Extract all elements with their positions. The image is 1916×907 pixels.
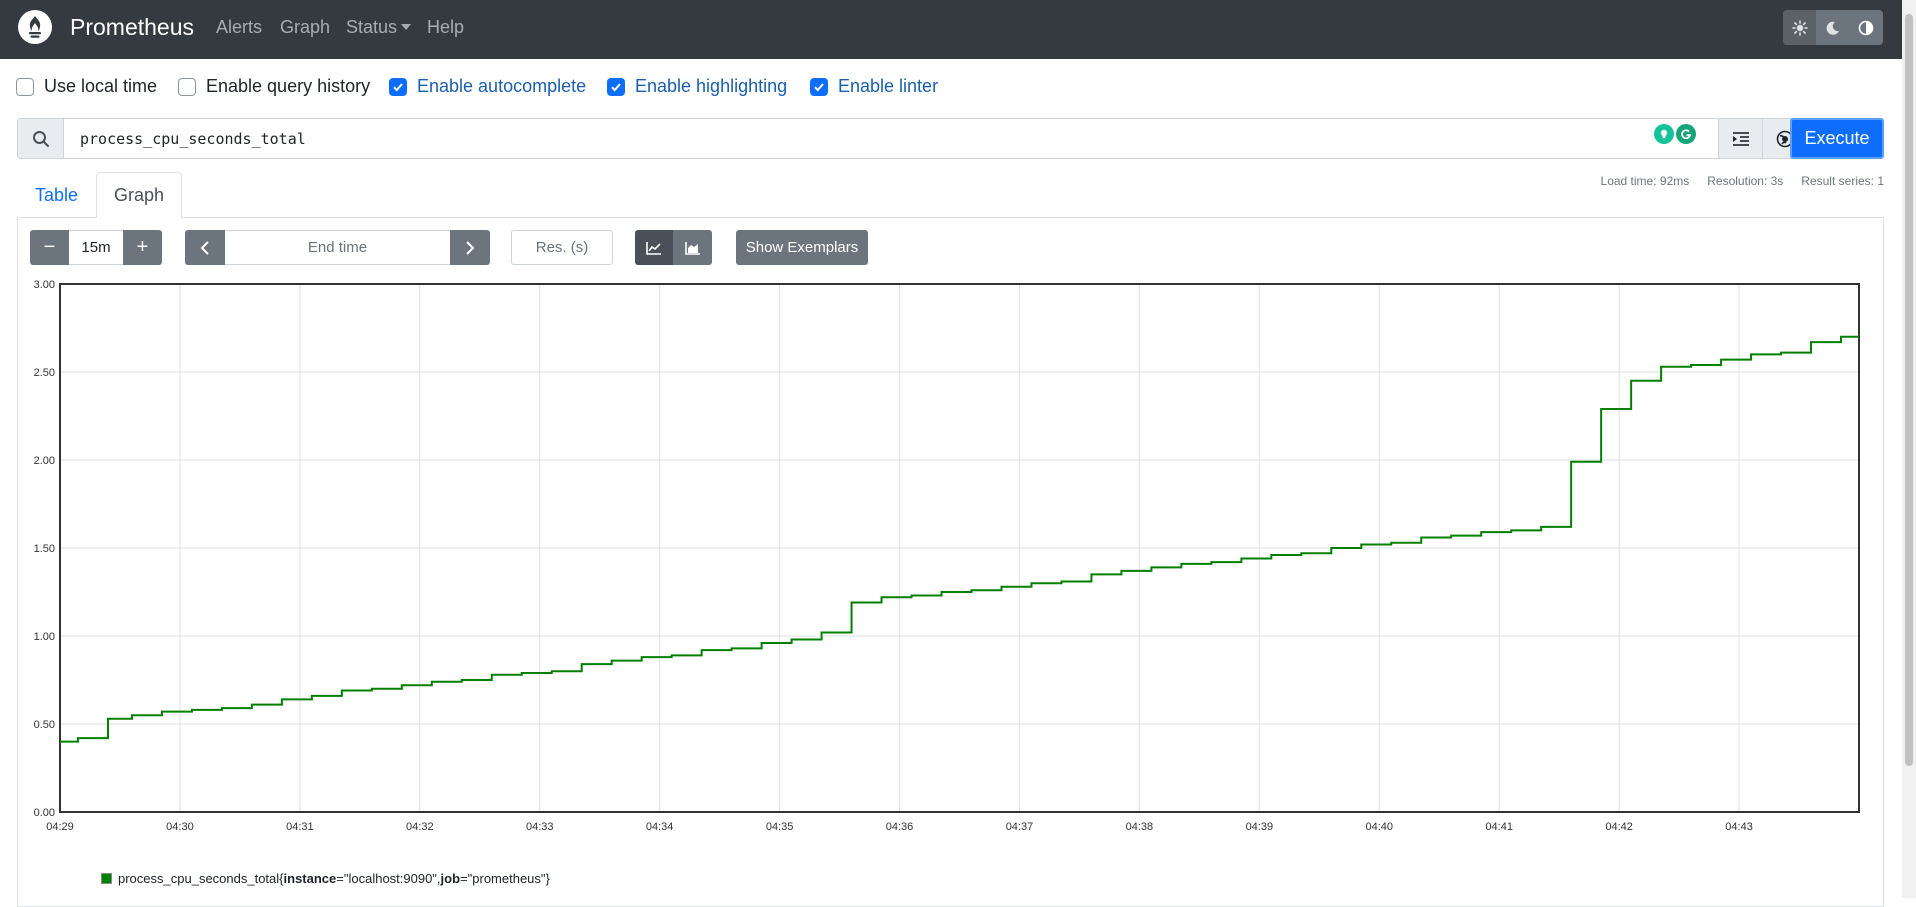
x-tick-label: 04:37 [1006, 821, 1034, 833]
legend-label-value-job: ="prometheus"} [460, 871, 550, 886]
tab-graph[interactable]: Graph [96, 172, 182, 218]
x-tick-label: 04:31 [286, 821, 314, 833]
legend-metric: process_cpu_seconds_total [118, 871, 280, 886]
page-scrollbar[interactable] [1902, 0, 1916, 898]
x-tick-label: 04:29 [46, 821, 74, 833]
x-tick-label: 04:32 [406, 821, 434, 833]
x-tick-label: 04:43 [1725, 821, 1753, 833]
x-tick-label: 04:35 [766, 821, 794, 833]
series-line-process-cpu-seconds-total [60, 335, 1859, 743]
x-tick-label: 04:36 [886, 821, 914, 833]
y-tick-label: 1.00 [34, 631, 55, 643]
y-tick-label: 2.00 [34, 455, 55, 467]
legend-label-value-instance: ="localhost:9090", [336, 871, 441, 886]
y-tick-label: 0.50 [34, 719, 55, 731]
x-tick-label: 04:39 [1246, 821, 1274, 833]
x-tick-label: 04:30 [166, 821, 194, 833]
legend-swatch [101, 873, 112, 884]
legend-label-key-instance: instance [283, 871, 337, 886]
y-tick-label: 2.50 [34, 367, 55, 379]
x-tick-label: 04:38 [1126, 821, 1154, 833]
y-tick-label: 1.50 [34, 543, 55, 555]
y-tick-label: 0.00 [34, 807, 55, 819]
cpu-line-chart: 0.00 0.50 1.00 1.50 2.00 2.50 3.00 04:29 04:30 04… [34, 279, 1860, 833]
x-tick-label: 04:40 [1366, 821, 1394, 833]
y-tick-label: 3.00 [34, 279, 55, 291]
x-tick-label: 04:42 [1605, 821, 1633, 833]
scroll-thumb[interactable] [1905, 14, 1913, 766]
x-tick-label: 04:41 [1485, 821, 1513, 833]
x-tick-label: 04:33 [526, 821, 554, 833]
legend-label-key-job: job [440, 871, 461, 886]
x-tick-label: 04:34 [646, 821, 674, 833]
chart-legend[interactable]: process_cpu_seconds_total{instance ="loca… [101, 871, 550, 886]
